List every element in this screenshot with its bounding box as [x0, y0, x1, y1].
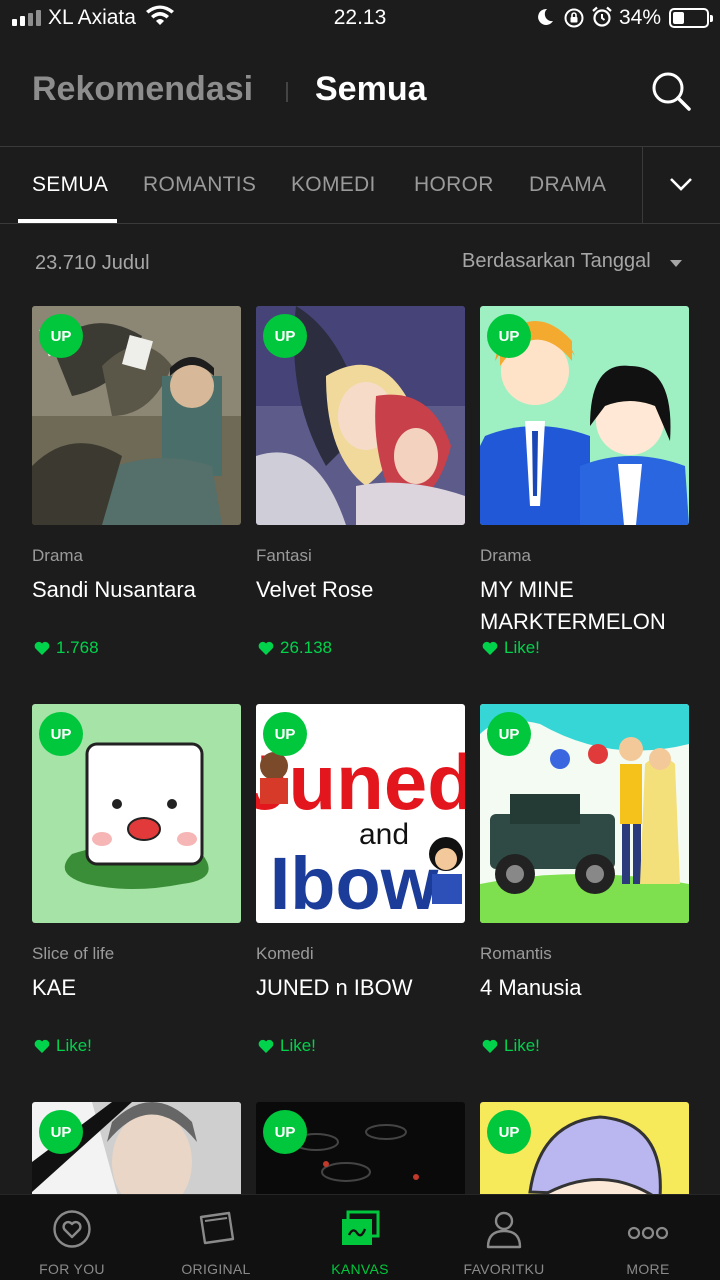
like-count: Like!	[258, 1036, 316, 1056]
heart-icon	[482, 641, 498, 655]
comic-thumbnail[interactable]: UP	[256, 306, 465, 525]
genre-tab-komedi[interactable]: KOMEDI	[291, 173, 376, 197]
genre-tab-drama[interactable]: DRAMA	[529, 173, 606, 197]
comic-genre: Komedi	[256, 944, 314, 963]
nav-label: MORE	[626, 1261, 670, 1277]
person-icon	[484, 1209, 524, 1254]
chevron-down-icon[interactable]	[668, 175, 694, 198]
nav-more[interactable]: MORE	[576, 1195, 720, 1280]
comic-title[interactable]: Velvet Rose	[256, 574, 471, 606]
heart-circle-icon	[52, 1209, 92, 1254]
title-count: 23.710 Judul	[35, 252, 150, 274]
nav-for-you[interactable]: FOR YOU	[0, 1195, 144, 1280]
like-count-value: Like!	[56, 1036, 92, 1055]
comic-title[interactable]: KAE	[32, 972, 247, 1004]
rotation-lock-icon	[563, 7, 585, 34]
update-badge: UP	[487, 712, 531, 756]
comic-genre: Romantis	[480, 944, 552, 963]
heart-icon	[34, 641, 50, 655]
book-icon	[196, 1209, 236, 1254]
update-badge: UP	[39, 712, 83, 756]
heart-icon	[258, 641, 274, 655]
like-count: 26.138	[258, 638, 332, 658]
genre-tab-romantis[interactable]: ROMANTIS	[143, 173, 256, 197]
nav-favoritku[interactable]: FAVORITKU	[432, 1195, 576, 1280]
comic-thumbnail[interactable]: UP	[32, 704, 241, 923]
tab-semua[interactable]: Semua	[315, 70, 427, 109]
more-icon	[626, 1209, 670, 1254]
battery-percent: 34%	[619, 6, 662, 29]
heart-icon	[258, 1039, 274, 1053]
genre-tab-horor[interactable]: HOROR	[414, 173, 494, 197]
like-count: 1.768	[34, 638, 99, 658]
nav-label: FOR YOU	[39, 1261, 105, 1277]
comic-title[interactable]: JUNED n IBOW	[256, 972, 471, 1004]
status-bar: XL Axiata 22.13 34%	[0, 0, 720, 38]
update-badge: UP	[39, 1110, 83, 1154]
update-badge: UP	[263, 314, 307, 358]
update-badge: UP	[263, 1110, 307, 1154]
like-count-value: 26.138	[280, 638, 332, 657]
update-badge: UP	[487, 1110, 531, 1154]
canvas-icon	[338, 1209, 382, 1254]
cover-title-3: Ibow	[270, 842, 439, 923]
like-count-value: Like!	[504, 1036, 540, 1055]
like-count-value: Like!	[504, 638, 540, 657]
heart-icon	[34, 1039, 50, 1053]
nav-label: ORIGINAL	[181, 1261, 251, 1277]
nav-original[interactable]: ORIGINAL	[144, 1195, 288, 1280]
tab-rekomendasi[interactable]: Rekomendasi	[32, 70, 253, 109]
like-count-value: Like!	[280, 1036, 316, 1055]
nav-label: FAVORITKU	[463, 1261, 545, 1277]
update-badge: UP	[263, 712, 307, 756]
comic-thumbnail[interactable]: UP	[480, 306, 689, 525]
genre-tab-semua[interactable]: SEMUA	[32, 173, 108, 197]
caret-down-icon[interactable]	[670, 260, 682, 267]
comic-title[interactable]: MY MINE MARKTERMELON	[480, 574, 695, 638]
like-count-value: 1.768	[56, 638, 99, 657]
like-count: Like!	[482, 638, 540, 658]
comic-genre: Drama	[32, 546, 84, 565]
header-divider	[286, 82, 288, 102]
battery-icon	[669, 8, 713, 28]
moon-icon	[536, 7, 554, 32]
tabs-divider	[642, 147, 643, 223]
comic-genre: Slice of life	[32, 944, 115, 963]
sort-dropdown[interactable]: Berdasarkan Tanggal	[462, 250, 651, 273]
like-count: Like!	[482, 1036, 540, 1056]
tabs-divider-line	[0, 223, 720, 224]
alarm-icon	[591, 6, 613, 33]
top-header: Rekomendasi Semua	[0, 38, 720, 146]
comic-thumbnail[interactable]: Juned and Ibow UP	[256, 704, 465, 923]
comic-thumbnail[interactable]: UP	[480, 704, 689, 923]
update-badge: UP	[487, 314, 531, 358]
comic-genre: Fantasi	[256, 546, 312, 565]
comic-genre: Drama	[480, 546, 532, 565]
heart-icon	[482, 1039, 498, 1053]
update-badge: UP	[39, 314, 83, 358]
nav-label: KANVAS	[331, 1261, 389, 1277]
search-icon[interactable]	[650, 70, 692, 112]
comic-title[interactable]: Sandi Nusantara	[32, 574, 247, 606]
comic-title[interactable]: 4 Manusia	[480, 972, 695, 1004]
nav-kanvas[interactable]: KANVAS	[288, 1195, 432, 1280]
comic-thumbnail[interactable]: UP	[32, 306, 241, 525]
like-count: Like!	[34, 1036, 92, 1056]
bottom-navigation: FOR YOU ORIGINAL KANVAS FAVORITKU MORE	[0, 1194, 720, 1280]
genre-tabs: SEMUA ROMANTIS KOMEDI HOROR DRAMA	[0, 147, 720, 223]
